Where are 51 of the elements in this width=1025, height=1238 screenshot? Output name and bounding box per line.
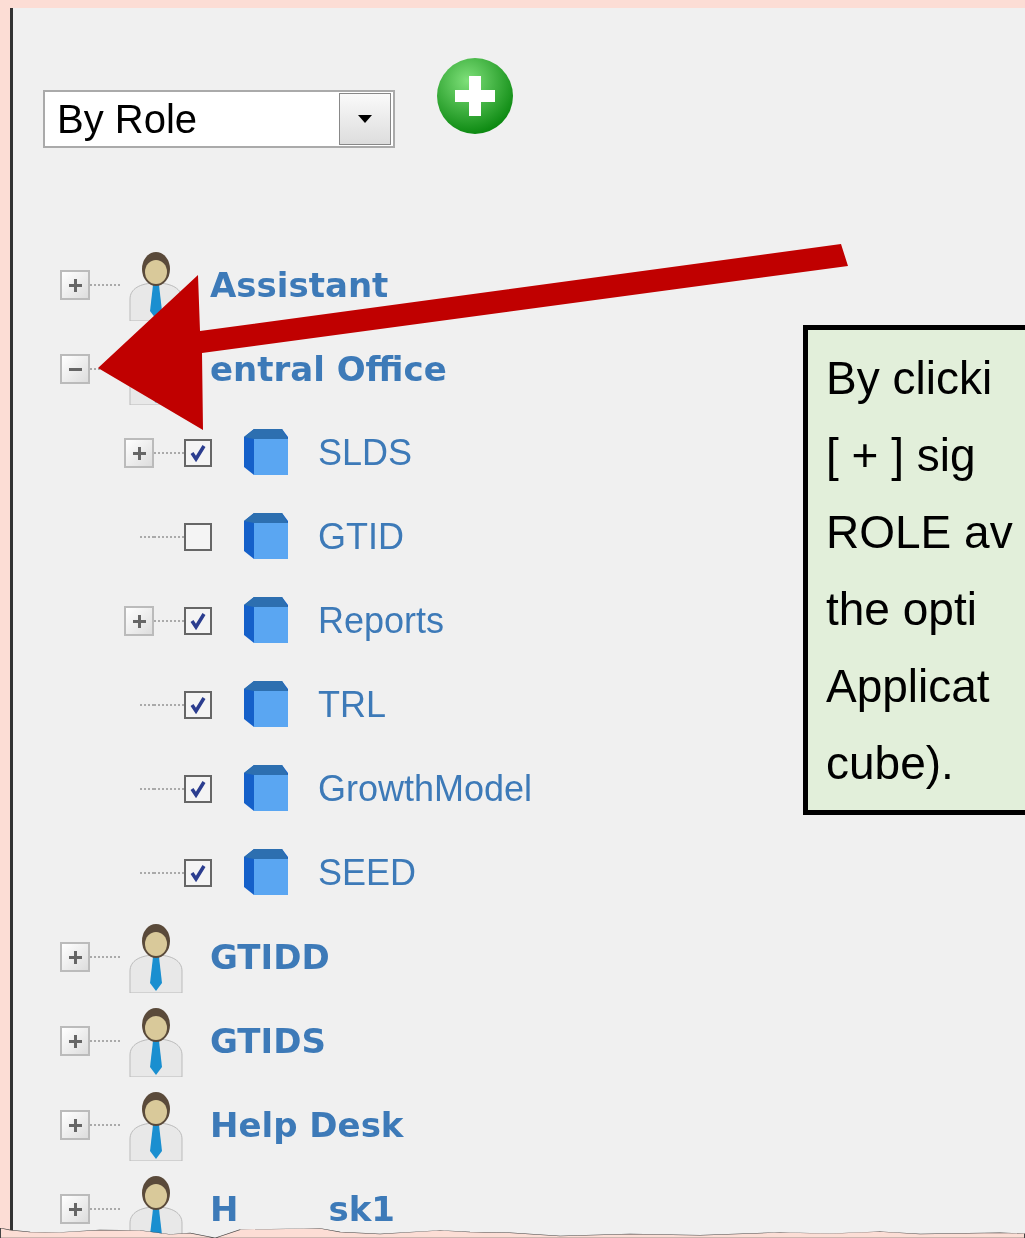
expand-toggle[interactable] [60, 942, 90, 972]
expand-toggle[interactable] [124, 606, 154, 636]
role-label[interactable]: Assistant [210, 265, 389, 305]
checkbox[interactable] [184, 607, 212, 635]
expand-toggle[interactable] [60, 270, 90, 300]
expand-toggle[interactable] [60, 1026, 90, 1056]
callout-text: By clicki [826, 351, 994, 406]
checkbox[interactable] [184, 691, 212, 719]
application-label[interactable]: Reports [318, 600, 445, 642]
plus-icon [68, 1034, 82, 1048]
role-label[interactable]: GTIDD [210, 937, 330, 977]
callout-text: cube). [826, 736, 955, 791]
role-label[interactable]: Help Desk [210, 1105, 404, 1145]
application-label[interactable]: SLDS [318, 432, 413, 474]
role-label[interactable]: H [210, 1189, 239, 1229]
callout-text: the opti [826, 582, 978, 637]
expand-toggle[interactable] [60, 1110, 90, 1140]
callout-text: ROLE av [826, 505, 1014, 560]
plus-icon [68, 1118, 82, 1132]
application-label[interactable]: GrowthModel [318, 768, 533, 810]
expand-toggle[interactable] [124, 438, 154, 468]
expand-toggle[interactable] [60, 354, 90, 384]
expand-toggle[interactable] [60, 1194, 90, 1224]
plus-icon [68, 278, 82, 292]
role-dropdown[interactable]: By Role [43, 90, 395, 148]
role-label[interactable]: sk1 [328, 1189, 395, 1229]
checkmark-icon [190, 696, 206, 714]
person-icon [126, 1005, 186, 1077]
application-label[interactable]: TRL [318, 684, 386, 726]
add-icon[interactable] [435, 56, 515, 136]
checkmark-icon [190, 612, 206, 630]
checkbox[interactable] [184, 439, 212, 467]
application-label[interactable]: SEED [318, 852, 417, 894]
plus-icon [132, 446, 146, 460]
checkmark-icon [190, 444, 206, 462]
role-label[interactable]: GTIDS [210, 1021, 326, 1061]
plus-icon [68, 1202, 82, 1216]
plus-icon [68, 950, 82, 964]
callout-text: Applicat [826, 659, 991, 714]
role-label[interactable]: entral Office [210, 349, 447, 389]
checkmark-icon [190, 864, 206, 882]
callout-text: [ + ] sig [826, 428, 977, 483]
minus-icon [68, 367, 82, 371]
checkbox[interactable] [184, 523, 212, 551]
checkmark-icon [190, 780, 206, 798]
checkbox[interactable] [184, 775, 212, 803]
application-label[interactable]: GTID [318, 516, 404, 558]
person-icon [126, 1089, 186, 1161]
plus-icon [132, 614, 146, 628]
person-icon [126, 921, 186, 993]
checkbox[interactable] [184, 859, 212, 887]
